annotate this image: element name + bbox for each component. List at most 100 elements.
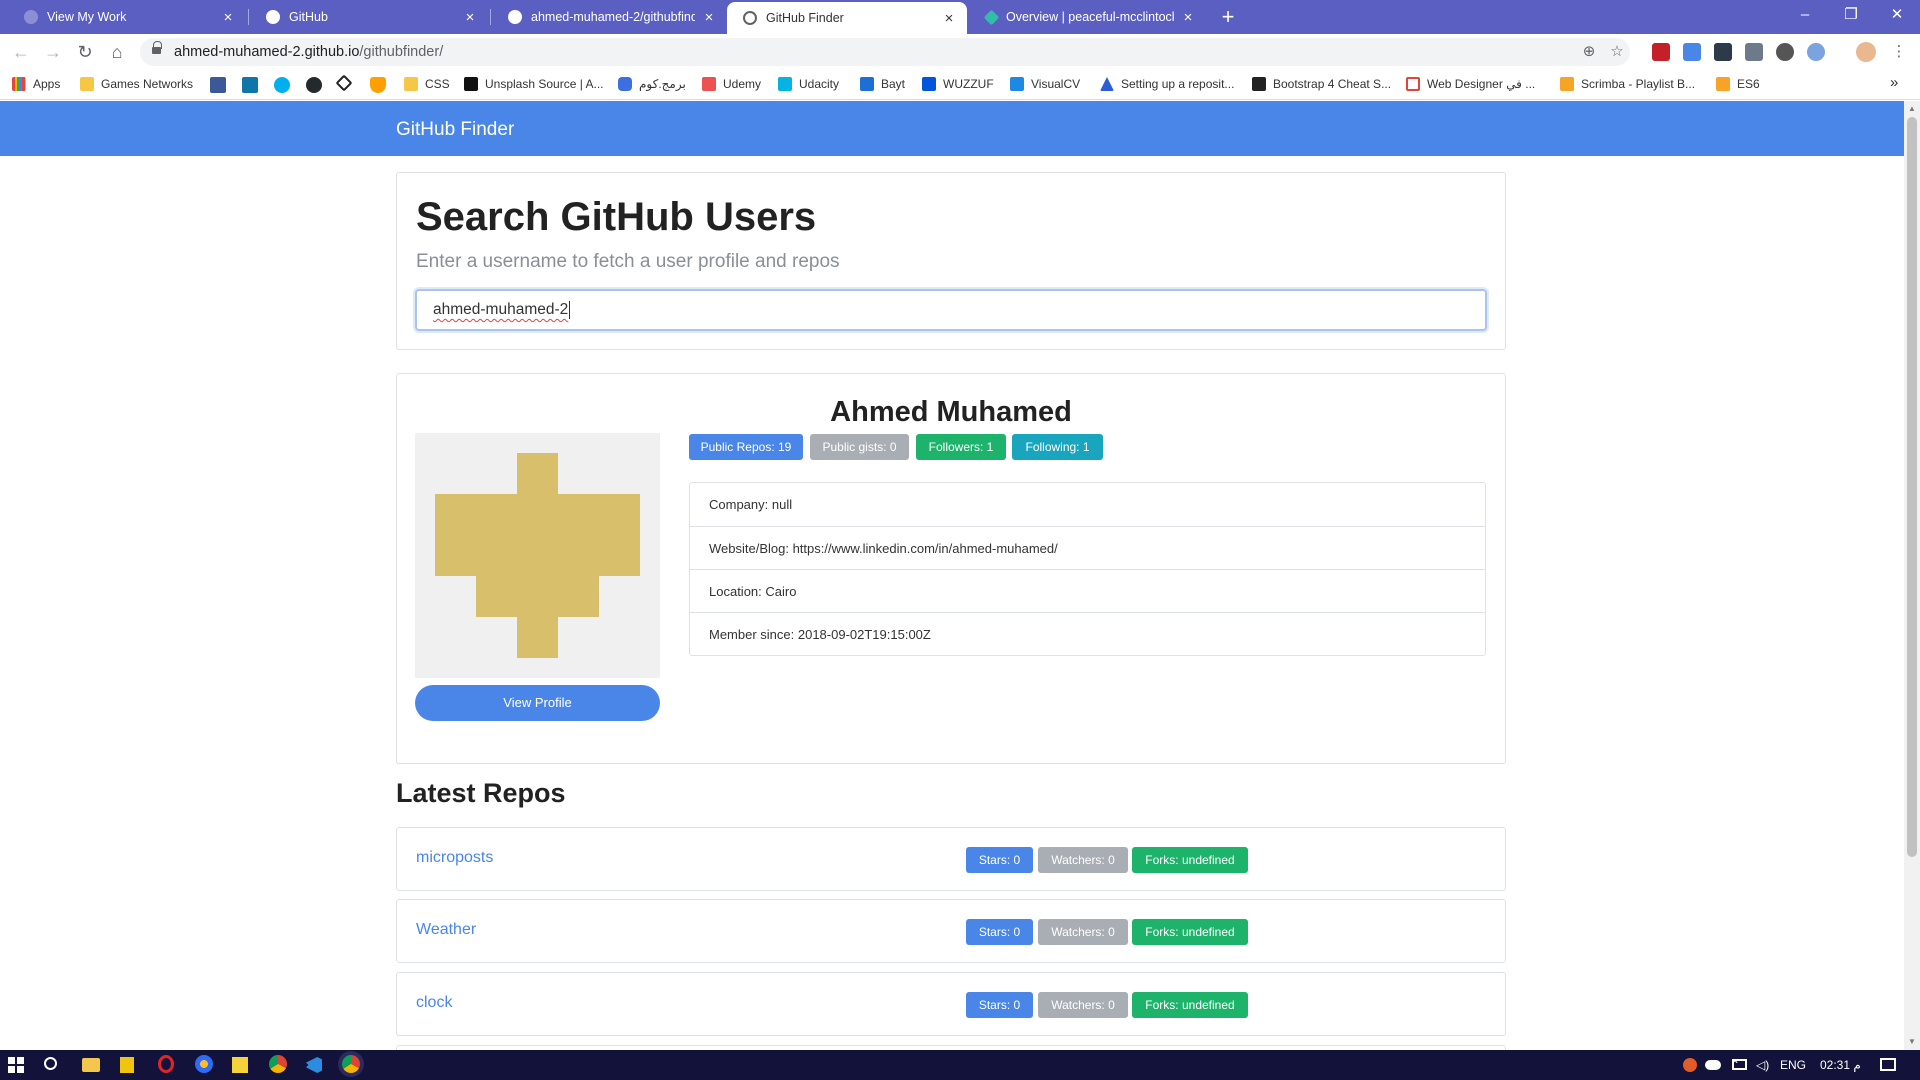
search-input[interactable]: ahmed-muhamed-2: [415, 289, 1487, 331]
tab-githubfinder-repo[interactable]: ahmed-muhamed-2/githubfinder ×: [492, 0, 727, 34]
menu-dots-icon[interactable]: ⋮: [1890, 43, 1908, 61]
tab-github[interactable]: GitHub ×: [250, 0, 488, 34]
ublock-extension-icon[interactable]: [1652, 43, 1670, 61]
bookmark-apps[interactable]: Apps: [12, 77, 60, 91]
tab-view-my-work[interactable]: View My Work ×: [8, 0, 246, 34]
onedrive-icon[interactable]: [1705, 1060, 1721, 1070]
bookmark-label: WUZZUF: [943, 77, 994, 91]
search-icon[interactable]: [44, 1057, 57, 1070]
scrimba-icon: [1560, 77, 1574, 91]
network-icon[interactable]: [1732, 1059, 1747, 1070]
close-tab-icon[interactable]: ×: [941, 10, 957, 27]
volume-icon[interactable]: ◁): [1756, 1058, 1769, 1072]
tab-netlify-overview[interactable]: Overview | peaceful-mcclintock-c ×: [970, 0, 1206, 34]
scrollbar-thumb[interactable]: [1907, 117, 1917, 857]
bookmark-setting-up-repo[interactable]: Setting up a reposit...: [1100, 77, 1234, 91]
bookmark-codepen[interactable]: [335, 74, 357, 92]
reload-button[interactable]: ↻: [72, 39, 98, 65]
bookmark-label: Bootstrap 4 Cheat S...: [1273, 77, 1392, 91]
apps-grid-icon: [12, 77, 26, 91]
bookmark-label: Setting up a reposit...: [1121, 77, 1235, 91]
clock[interactable]: 02:31 م: [1820, 1058, 1861, 1072]
okaz-icon: [1406, 77, 1420, 91]
view-profile-button[interactable]: View Profile: [415, 685, 660, 721]
vscode-icon[interactable]: [306, 1057, 322, 1073]
bookmark-css[interactable]: CSS: [404, 77, 450, 91]
forks-badge: Forks: undefined: [1132, 919, 1248, 945]
forward-button[interactable]: →: [40, 39, 66, 65]
bookmark-web-designer[interactable]: Web Designer في ...: [1406, 77, 1535, 91]
member-since-item: Member since: 2018-09-02T19:15:00Z: [690, 612, 1485, 655]
tab-separator: [490, 9, 491, 25]
language-indicator[interactable]: ENG: [1780, 1058, 1806, 1072]
folder-icon: [404, 77, 418, 91]
bookmark-unsplash[interactable]: Unsplash Source | A...: [464, 77, 604, 91]
chrome-icon[interactable]: [269, 1055, 287, 1073]
repo-card: clock Stars: 0 Watchers: 0 Forks: undefi…: [396, 972, 1506, 1036]
site-icon: [24, 10, 38, 24]
bookmark-visualcv[interactable]: VisualCV: [1010, 77, 1080, 91]
bookmark-firebase[interactable]: [370, 77, 393, 93]
back-button[interactable]: ←: [8, 39, 34, 65]
new-tab-button[interactable]: +: [1214, 3, 1242, 31]
bookmark-bootstrap-cheat[interactable]: Bootstrap 4 Cheat S...: [1252, 77, 1391, 91]
bookmark-star-icon[interactable]: ☆: [1608, 43, 1626, 61]
lock-icon[interactable]: [152, 41, 162, 57]
close-tab-icon[interactable]: ×: [220, 9, 236, 26]
page-scrollbar[interactable]: ▲ ▼: [1904, 101, 1920, 1050]
bookmark-udemy[interactable]: Udemy: [702, 77, 761, 91]
repo-link[interactable]: clock: [416, 994, 452, 1012]
extension-icon[interactable]: [1807, 43, 1825, 61]
dark-mode-extension-icon[interactable]: [1776, 43, 1794, 61]
bookmark-scrimba[interactable]: Scrimba - Playlist B...: [1560, 77, 1695, 91]
bookmark-barmej[interactable]: برمج.كوم: [618, 77, 686, 91]
bookmark-github[interactable]: [306, 77, 329, 93]
profile-avatar[interactable]: [1856, 42, 1876, 62]
restore-button[interactable]: ❐: [1828, 0, 1874, 34]
notes-app-icon[interactable]: [232, 1057, 248, 1073]
bookmark-label: Bayt: [881, 77, 906, 91]
bookmark-games-networks[interactable]: Games Networks: [80, 77, 193, 91]
identicon-block: [517, 453, 558, 494]
app-navbar: GitHub Finder: [0, 101, 1904, 156]
bookmark-label: Unsplash Source | A...: [485, 77, 604, 91]
scroll-down-icon[interactable]: ▼: [1908, 1037, 1916, 1046]
tab-github-finder[interactable]: GitHub Finder ×: [727, 2, 967, 34]
repo-link[interactable]: Weather: [416, 921, 476, 939]
scroll-up-icon[interactable]: ▲: [1908, 104, 1916, 113]
minimize-button[interactable]: –: [1782, 0, 1828, 34]
eyedropper-extension-icon[interactable]: [1745, 43, 1763, 61]
firefox-icon[interactable]: [195, 1055, 213, 1073]
opera-icon[interactable]: [158, 1055, 174, 1073]
address-bar[interactable]: ahmed-muhamed-2.github.io/githubfinder/ …: [140, 38, 1630, 66]
bookmark-facebook[interactable]: [210, 77, 233, 93]
bookmark-udacity[interactable]: Udacity: [778, 77, 839, 91]
skype-icon: [274, 77, 290, 93]
latest-repos-title: Latest Repos: [396, 778, 566, 808]
close-tab-icon[interactable]: ×: [701, 9, 717, 26]
bookmark-linkedin[interactable]: [242, 77, 265, 93]
close-tab-icon[interactable]: ×: [1180, 9, 1196, 26]
file-explorer-icon[interactable]: [82, 1058, 100, 1072]
close-tab-icon[interactable]: ×: [462, 9, 478, 26]
sticky-notes-icon[interactable]: [120, 1057, 134, 1073]
repo-link[interactable]: microposts: [416, 849, 493, 867]
home-button[interactable]: ⌂: [104, 39, 130, 65]
bookmark-wuzzuf[interactable]: WUZZUF: [922, 77, 994, 91]
more-bookmarks-button[interactable]: »: [1890, 74, 1898, 91]
windows-start-icon[interactable]: [8, 1057, 24, 1073]
dev-extension-icon[interactable]: [1714, 43, 1732, 61]
bookmark-es6[interactable]: ES6: [1716, 77, 1760, 91]
tray-app-icon[interactable]: [1683, 1058, 1697, 1072]
translate-extension-icon[interactable]: [1683, 43, 1701, 61]
hackerthemes-icon: [1252, 77, 1266, 91]
translate-icon[interactable]: ⊕: [1580, 43, 1598, 61]
codepen-icon: [335, 74, 353, 92]
profile-card: Ahmed Muhamed View Profile Public Repos:…: [396, 373, 1506, 764]
bookmark-skype[interactable]: [274, 77, 297, 93]
close-window-button[interactable]: ✕: [1874, 0, 1920, 34]
bookmark-bayt[interactable]: Bayt: [860, 77, 905, 91]
chrome-active-icon[interactable]: [342, 1055, 360, 1073]
navbar-brand[interactable]: GitHub Finder: [396, 119, 514, 141]
notifications-icon[interactable]: [1880, 1058, 1896, 1071]
